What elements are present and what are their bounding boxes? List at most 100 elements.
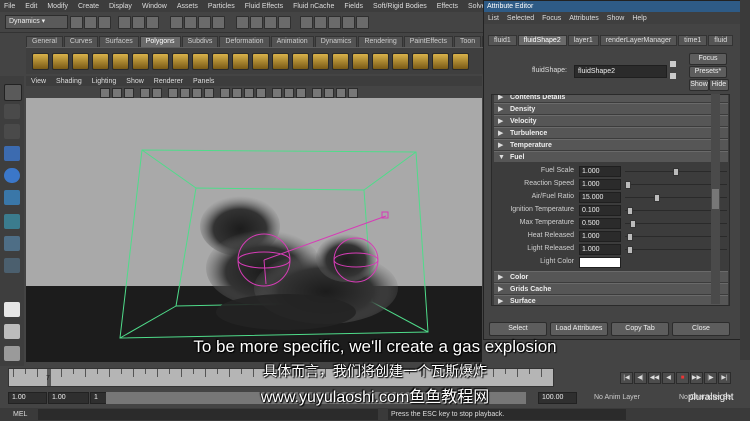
poly-prism-icon[interactable]: [152, 53, 169, 70]
poly-pipe-icon[interactable]: [172, 53, 189, 70]
ae-menu-focus[interactable]: Focus: [538, 15, 565, 22]
new-scene-icon[interactable]: [70, 16, 83, 29]
copy-tab-button[interactable]: Copy Tab: [611, 322, 669, 336]
combine-icon[interactable]: [232, 53, 249, 70]
viewport-menu-lighting[interactable]: Lighting: [87, 78, 122, 85]
smooth-shade-icon[interactable]: [232, 88, 242, 98]
render-settings-icon[interactable]: [278, 16, 291, 29]
section-density[interactable]: ▶ Density: [494, 103, 728, 114]
insert-loop-icon[interactable]: [412, 53, 429, 70]
shelf-tab-rendering[interactable]: Rendering: [358, 36, 403, 47]
ae-menu-show[interactable]: Show: [603, 15, 629, 22]
history-icon[interactable]: [236, 16, 249, 29]
extract-icon[interactable]: [272, 53, 289, 70]
command-input[interactable]: [38, 409, 378, 420]
channel-box-icon[interactable]: [300, 16, 313, 29]
outliner-icon[interactable]: [356, 16, 369, 29]
render-icon[interactable]: [250, 16, 263, 29]
menu-window[interactable]: Window: [138, 3, 173, 10]
select-hierarchy-icon[interactable]: [118, 16, 131, 29]
select-tool-icon[interactable]: [4, 84, 22, 101]
attr-value-field[interactable]: 0.100: [579, 205, 621, 216]
menu-effects[interactable]: Effects: [433, 3, 464, 10]
attr-value-field[interactable]: 0.500: [579, 218, 621, 229]
hide-button[interactable]: Hide: [709, 79, 729, 91]
attr-slider-knob[interactable]: [627, 246, 633, 254]
smooth-icon[interactable]: [292, 53, 309, 70]
snap-grid-icon[interactable]: [170, 16, 183, 29]
ae-tab-time1[interactable]: time1: [678, 35, 708, 46]
attr-slider-knob[interactable]: [627, 233, 633, 241]
section-velocity[interactable]: ▶ Velocity: [494, 115, 728, 126]
wireframe-on-shaded-icon[interactable]: [244, 88, 254, 98]
light-color-swatch[interactable]: [579, 257, 621, 268]
2d-pan-icon[interactable]: [152, 88, 162, 98]
camera-icon[interactable]: [100, 88, 110, 98]
shelf-tab-surfaces[interactable]: Surfaces: [99, 36, 139, 47]
mode-selector[interactable]: Dynamics ▾: [5, 15, 68, 29]
move-tool-icon[interactable]: [4, 146, 20, 161]
attr-value-field[interactable]: 15.000: [579, 192, 621, 203]
attr-slider-knob[interactable]: [625, 181, 631, 189]
ae-tab-layer1[interactable]: layer1: [567, 35, 599, 46]
last-tool-icon[interactable]: [4, 236, 20, 251]
shelf-tab-subdivs[interactable]: Subdivs: [181, 36, 219, 47]
section-contents-details[interactable]: ▶ Contents Details: [494, 95, 728, 102]
shelf-tab-general[interactable]: General: [26, 36, 63, 47]
attr-slider-knob[interactable]: [630, 220, 636, 228]
lasso-tool-icon[interactable]: [4, 104, 20, 119]
menu-soft-rigid-bodies[interactable]: Soft/Rigid Bodies: [369, 3, 433, 10]
bevel-icon[interactable]: [312, 53, 329, 70]
use-lights-icon[interactable]: [284, 88, 294, 98]
presets-button[interactable]: Presets*: [689, 66, 727, 78]
perspective-viewport[interactable]: [26, 98, 482, 362]
shelf-tab-dynamics[interactable]: Dynamics: [314, 36, 358, 47]
rotate-tool-icon[interactable]: [4, 168, 20, 183]
shelf-tab-deformation[interactable]: Deformation: [219, 36, 270, 47]
shelf-tab-painteffects[interactable]: PaintEffects: [403, 36, 453, 47]
image-plane-icon[interactable]: [140, 88, 150, 98]
section-turbulence[interactable]: ▶ Turbulence: [494, 127, 728, 138]
attribute-editor-icon[interactable]: [314, 16, 327, 29]
section-color[interactable]: ▶ Color: [494, 271, 728, 282]
poly-torus-icon[interactable]: [132, 53, 149, 70]
menu-modify[interactable]: Modify: [43, 3, 74, 10]
ipr-render-icon[interactable]: [264, 16, 277, 29]
attr-slider-knob[interactable]: [654, 194, 660, 202]
ambient-occlusion-icon[interactable]: [312, 88, 322, 98]
open-scene-icon[interactable]: [84, 16, 97, 29]
menu-fluid-ncache[interactable]: Fluid nCache: [289, 3, 340, 10]
grid-icon[interactable]: [168, 88, 178, 98]
attr-value-field[interactable]: 1.000: [579, 244, 621, 255]
menu-create[interactable]: Create: [74, 3, 105, 10]
antialias-icon[interactable]: [336, 88, 346, 98]
ae-menu-attributes[interactable]: Attributes: [565, 15, 603, 22]
merge-icon[interactable]: [432, 53, 449, 70]
section-surface[interactable]: ▶ Surface: [494, 295, 728, 305]
viewport-menu-show[interactable]: Show: [121, 78, 149, 85]
attr-value-field[interactable]: 1.000: [579, 166, 621, 177]
shelf-tab-polygons[interactable]: Polygons: [139, 36, 181, 47]
separate-icon[interactable]: [252, 53, 269, 70]
menu-fluid-effects[interactable]: Fluid Effects: [241, 3, 289, 10]
tool-settings-icon[interactable]: [328, 16, 341, 29]
ae-menu-list[interactable]: List: [484, 15, 503, 22]
motion-blur-icon[interactable]: [324, 88, 334, 98]
node-name-field[interactable]: fluidShape2: [574, 65, 667, 78]
poly-cylinder-icon[interactable]: [72, 53, 89, 70]
manipulator-tool-icon[interactable]: [4, 214, 20, 229]
snap-curve-icon[interactable]: [184, 16, 197, 29]
ae-tab-fluid[interactable]: fluid: [708, 35, 734, 46]
extrude-icon[interactable]: [332, 53, 349, 70]
attr-slider-knob[interactable]: [627, 207, 633, 215]
poly-soccer-icon[interactable]: [212, 53, 229, 70]
viewport-menu-view[interactable]: View: [26, 78, 51, 85]
select-component-icon[interactable]: [146, 16, 159, 29]
ae-menu-help[interactable]: Help: [628, 15, 650, 22]
viewport-menu-renderer[interactable]: Renderer: [149, 78, 188, 85]
shelf-tab-toon[interactable]: Toon: [453, 36, 482, 47]
poly-plane-icon[interactable]: [112, 53, 129, 70]
bridge-icon[interactable]: [352, 53, 369, 70]
scale-tool-icon[interactable]: [4, 190, 20, 205]
attribute-scrollbar[interactable]: [711, 94, 720, 304]
